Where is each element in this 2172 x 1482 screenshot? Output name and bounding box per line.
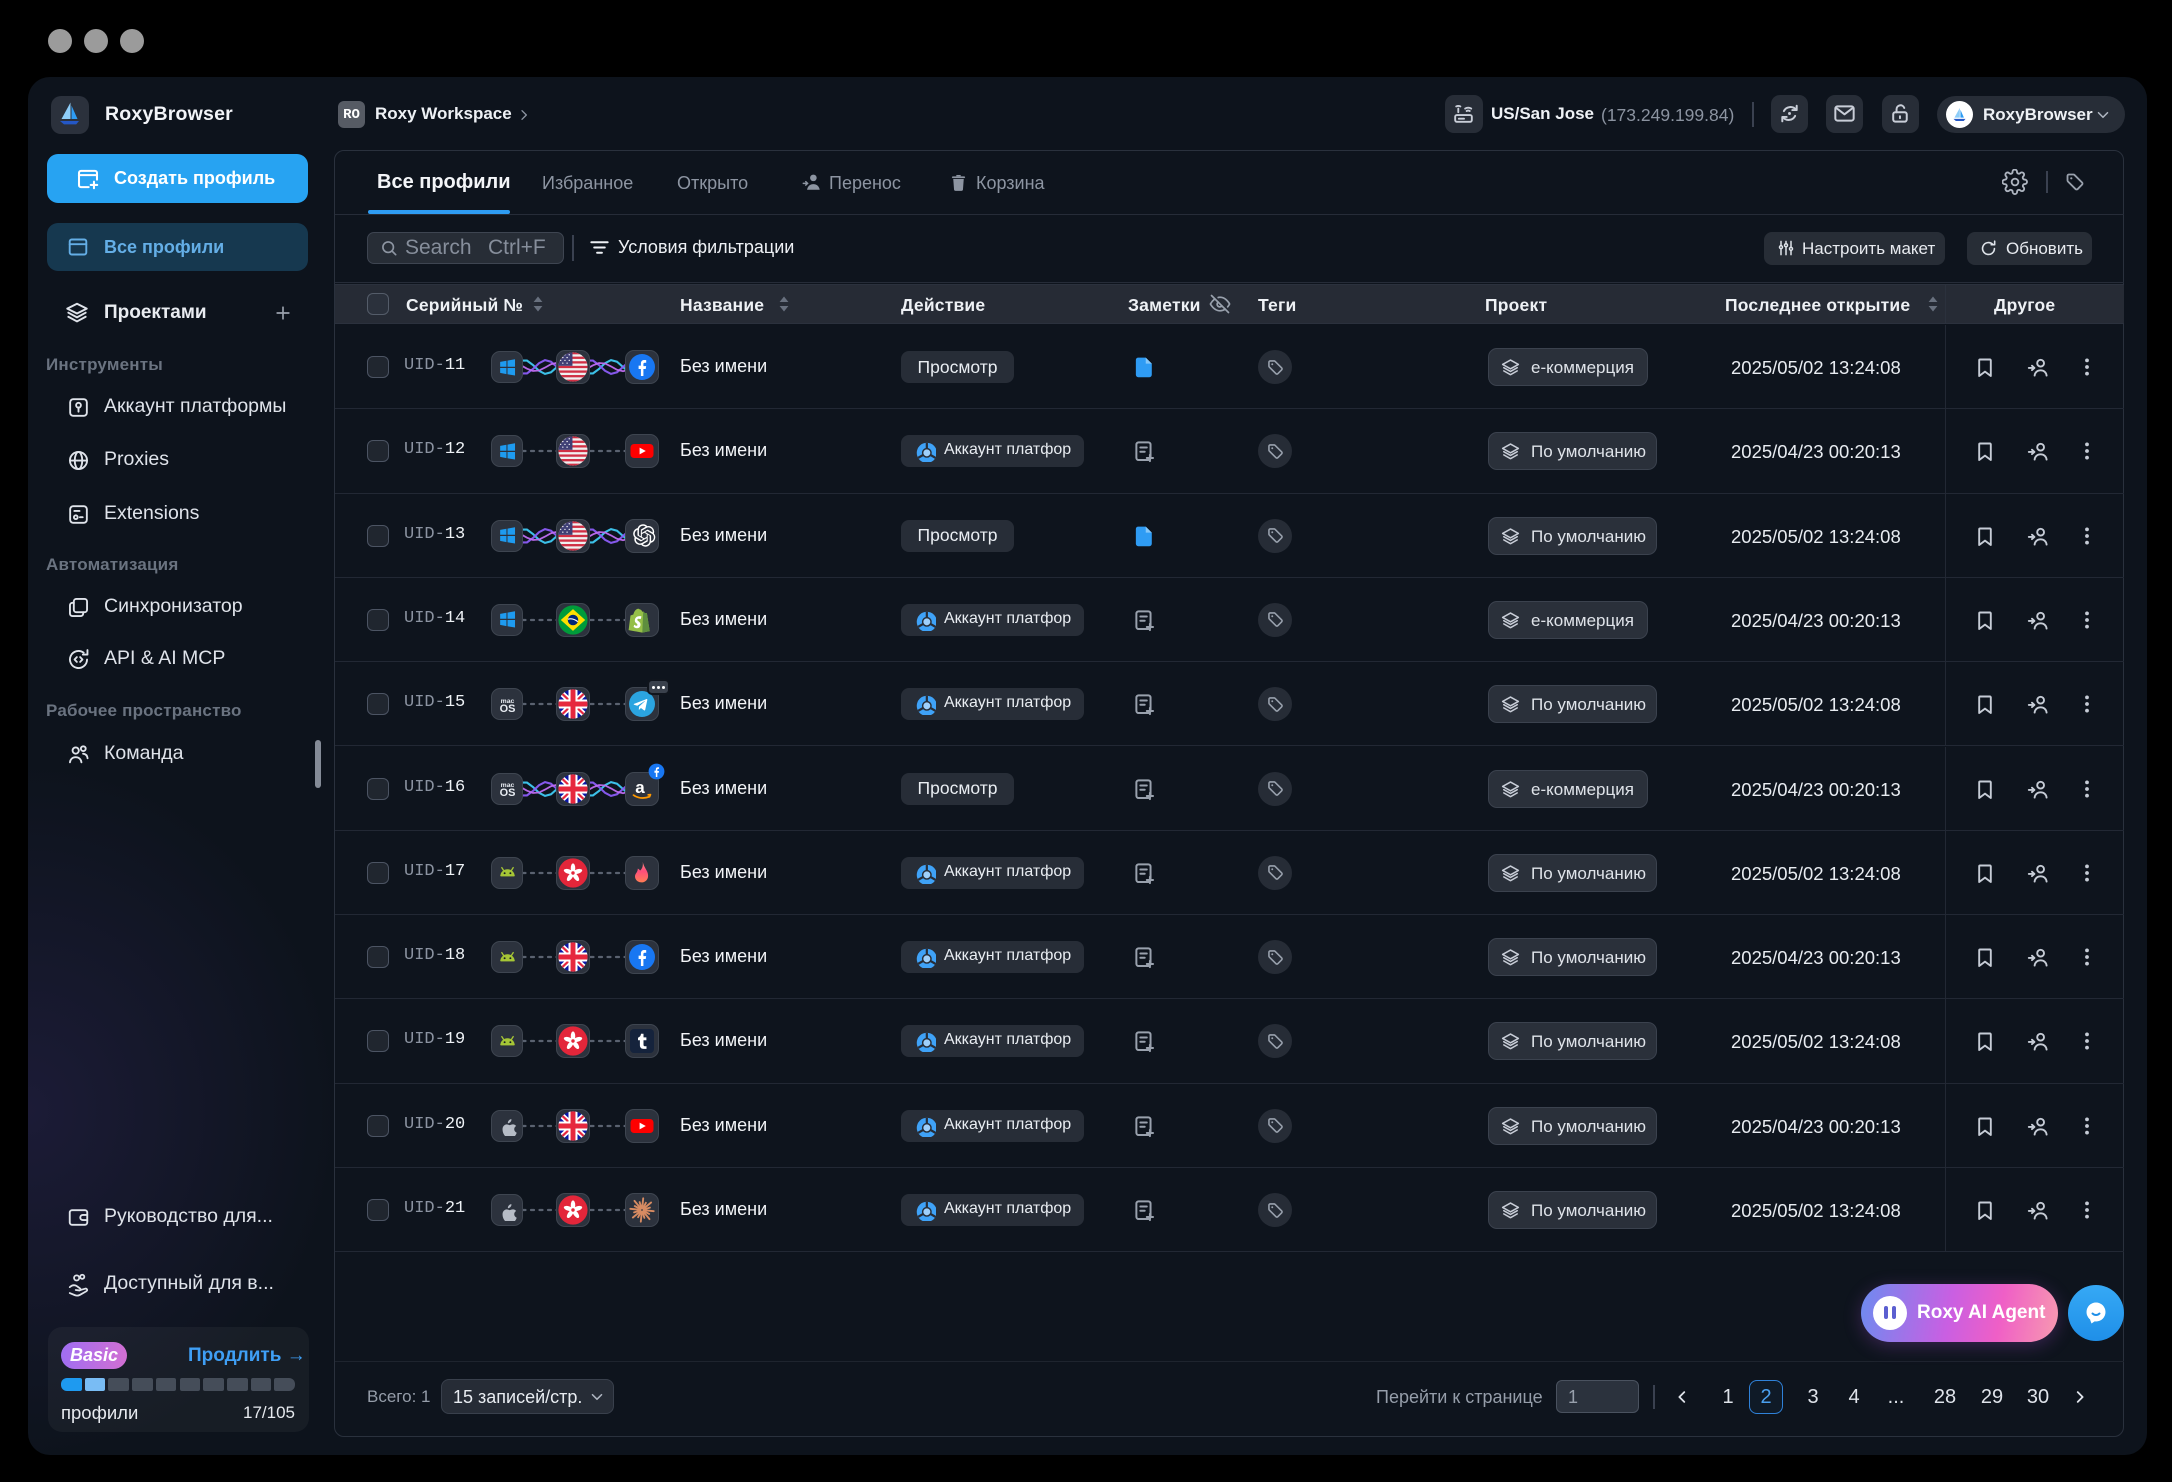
- svg-text:OS: OS: [499, 787, 515, 799]
- svg-text:OS: OS: [499, 703, 515, 715]
- svg-text:a: a: [635, 778, 645, 797]
